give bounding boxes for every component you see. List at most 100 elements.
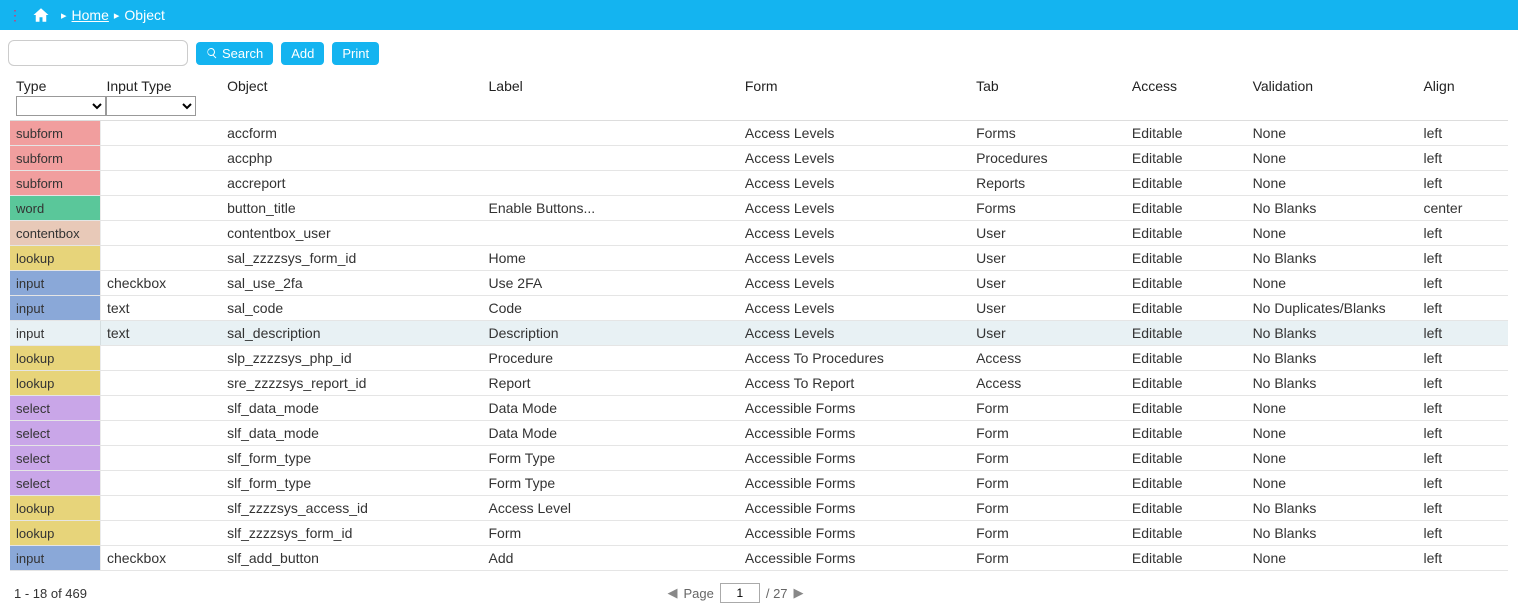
search-button[interactable]: Search — [196, 42, 273, 65]
cell-object: accreport — [221, 171, 482, 196]
page-label: Page — [683, 586, 713, 601]
cell-form: Access Levels — [739, 246, 970, 271]
breadcrumb-home-link[interactable]: Home — [72, 7, 109, 23]
cell-type: select — [10, 421, 100, 446]
cell-label: Code — [483, 296, 739, 321]
table-row[interactable]: selectslf_form_typeForm TypeAccessible F… — [10, 446, 1508, 471]
table-row[interactable]: selectslf_data_modeData ModeAccessible F… — [10, 421, 1508, 446]
cell-tab: User — [970, 321, 1126, 346]
cell-input-type — [100, 221, 221, 246]
table-row[interactable]: wordbutton_titleEnable Buttons...Access … — [10, 196, 1508, 221]
cell-type: input — [10, 546, 100, 571]
cell-access: Editable — [1126, 396, 1247, 421]
col-label[interactable]: Label — [483, 72, 739, 121]
cell-access: Editable — [1126, 546, 1247, 571]
table-row[interactable]: lookupslf_zzzzsys_access_idAccess LevelA… — [10, 496, 1508, 521]
cell-form: Access Levels — [739, 171, 970, 196]
cell-validation: None — [1247, 171, 1418, 196]
col-validation[interactable]: Validation — [1247, 72, 1418, 121]
cell-object: slp_zzzzsys_php_id — [221, 346, 482, 371]
cell-object: sal_code — [221, 296, 482, 321]
table-row[interactable]: subformaccformAccess LevelsFormsEditable… — [10, 121, 1508, 146]
table-row[interactable]: lookupslf_zzzzsys_form_idFormAccessible … — [10, 521, 1508, 546]
table-row[interactable]: selectslf_data_modeData ModeAccessible F… — [10, 396, 1508, 421]
cell-access: Editable — [1126, 196, 1247, 221]
cell-access: Editable — [1126, 246, 1247, 271]
cell-input-type — [100, 171, 221, 196]
cell-label: Form — [483, 521, 739, 546]
cell-form: Access To Procedures — [739, 346, 970, 371]
table-row[interactable]: subformaccphpAccess LevelsProceduresEdit… — [10, 146, 1508, 171]
cell-access: Editable — [1126, 121, 1247, 146]
cell-align: left — [1417, 546, 1508, 571]
col-object[interactable]: Object — [221, 72, 482, 121]
cell-input-type — [100, 496, 221, 521]
page-number-input[interactable] — [720, 583, 760, 603]
print-button[interactable]: Print — [332, 42, 379, 65]
cell-tab: Form — [970, 471, 1126, 496]
add-button[interactable]: Add — [281, 42, 324, 65]
cell-tab: Reports — [970, 171, 1126, 196]
table-row[interactable]: lookupslp_zzzzsys_php_idProcedureAccess … — [10, 346, 1508, 371]
type-filter-select[interactable] — [16, 96, 106, 116]
cell-object: accform — [221, 121, 482, 146]
cell-access: Editable — [1126, 471, 1247, 496]
menu-dots-icon[interactable]: ⋮ — [8, 8, 22, 22]
table-row[interactable]: inputcheckboxslf_add_buttonAddAccessible… — [10, 546, 1508, 571]
table-row[interactable]: lookupsre_zzzzsys_report_idReportAccess … — [10, 371, 1508, 396]
cell-object: slf_add_button — [221, 546, 482, 571]
paginator: ◀ Page / 27 ▶ — [87, 583, 1384, 603]
cell-label — [483, 171, 739, 196]
cell-tab: Access — [970, 371, 1126, 396]
cell-validation: None — [1247, 471, 1418, 496]
table-row[interactable]: inputtextsal_descriptionDescriptionAcces… — [10, 321, 1508, 346]
cell-align: left — [1417, 421, 1508, 446]
table-header-row: Type Input Type Object Label Form Tab Ac… — [10, 72, 1508, 121]
cell-input-type: text — [100, 321, 221, 346]
cell-align: left — [1417, 271, 1508, 296]
cell-tab: User — [970, 246, 1126, 271]
table-row[interactable]: subformaccreportAccess LevelsReportsEdit… — [10, 171, 1508, 196]
cell-access: Editable — [1126, 321, 1247, 346]
cell-access: Editable — [1126, 271, 1247, 296]
cell-validation: No Blanks — [1247, 321, 1418, 346]
next-page-icon[interactable]: ▶ — [794, 585, 804, 601]
input-type-filter-select[interactable] — [106, 96, 196, 116]
cell-input-type — [100, 146, 221, 171]
table-row[interactable]: lookupsal_zzzzsys_form_idHomeAccess Leve… — [10, 246, 1508, 271]
col-type[interactable]: Type — [10, 72, 100, 121]
cell-tab: Form — [970, 521, 1126, 546]
col-access[interactable]: Access — [1126, 72, 1247, 121]
col-form[interactable]: Form — [739, 72, 970, 121]
cell-input-type — [100, 371, 221, 396]
col-input-type[interactable]: Input Type — [100, 72, 221, 121]
col-input-type-label: Input Type — [106, 78, 215, 94]
cell-align: left — [1417, 446, 1508, 471]
cell-validation: None — [1247, 446, 1418, 471]
prev-page-icon[interactable]: ◀ — [667, 585, 677, 601]
cell-type: input — [10, 296, 100, 321]
cell-access: Editable — [1126, 496, 1247, 521]
cell-input-type — [100, 421, 221, 446]
home-icon[interactable] — [32, 6, 50, 24]
page-total: / 27 — [766, 586, 788, 601]
cell-align: left — [1417, 471, 1508, 496]
search-input[interactable] — [8, 40, 188, 66]
table-footer: 1 - 18 of 469 ◀ Page / 27 ▶ — [0, 577, 1518, 609]
cell-align: left — [1417, 246, 1508, 271]
col-align[interactable]: Align — [1417, 72, 1508, 121]
table-row[interactable]: inputcheckboxsal_use_2faUse 2FAAccess Le… — [10, 271, 1508, 296]
cell-type: contentbox — [10, 221, 100, 246]
cell-form: Access To Report — [739, 371, 970, 396]
search-button-label: Search — [222, 46, 263, 61]
cell-tab: Form — [970, 546, 1126, 571]
cell-label: Add — [483, 546, 739, 571]
cell-input-type: checkbox — [100, 271, 221, 296]
cell-validation: None — [1247, 546, 1418, 571]
table-row[interactable]: inputtextsal_codeCodeAccess LevelsUserEd… — [10, 296, 1508, 321]
table-row[interactable]: selectslf_form_typeForm TypeAccessible F… — [10, 471, 1508, 496]
cell-form: Accessible Forms — [739, 396, 970, 421]
cell-label: Enable Buttons... — [483, 196, 739, 221]
table-row[interactable]: contentboxcontentbox_userAccess LevelsUs… — [10, 221, 1508, 246]
col-tab[interactable]: Tab — [970, 72, 1126, 121]
